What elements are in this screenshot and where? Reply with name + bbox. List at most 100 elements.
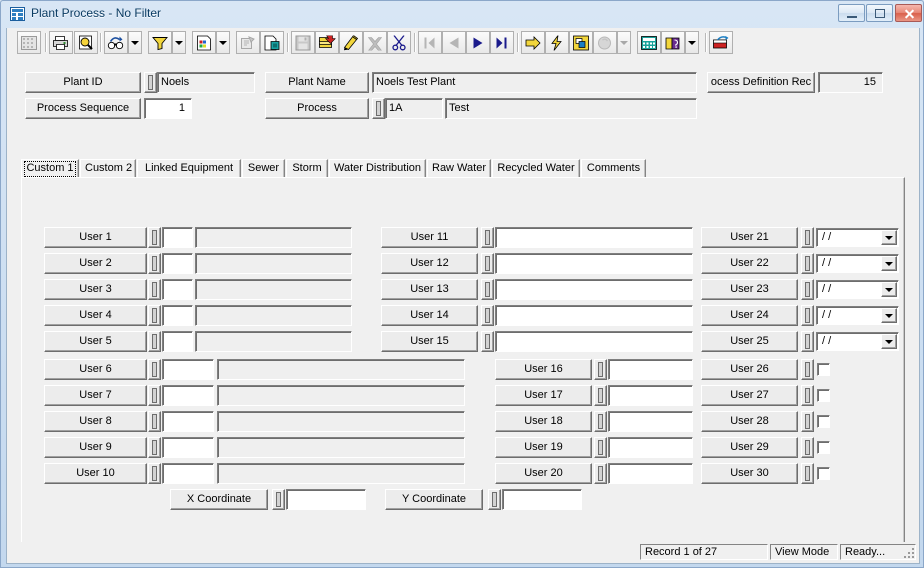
- filter-dropdown-button[interactable]: [172, 31, 186, 54]
- user-21-label[interactable]: User 21: [701, 227, 798, 248]
- user-6-field[interactable]: [162, 359, 214, 380]
- x-coordinate-field[interactable]: [286, 489, 366, 510]
- plant-id-label[interactable]: Plant ID: [25, 72, 141, 93]
- print-preview-icon[interactable]: [74, 31, 98, 54]
- user-17-label[interactable]: User 17: [495, 385, 592, 406]
- tab-recycled-water[interactable]: Recycled Water: [492, 159, 580, 178]
- user-11-label[interactable]: User 11: [381, 227, 478, 248]
- user-26-lookup-button[interactable]: [801, 359, 814, 380]
- user-1-label[interactable]: User 1: [44, 227, 147, 248]
- user-5-lookup-button[interactable]: [148, 331, 161, 352]
- tab-sewer[interactable]: Sewer: [242, 159, 285, 178]
- user-15-lookup-button[interactable]: [481, 331, 494, 352]
- user-19-label[interactable]: User 19: [495, 437, 592, 458]
- report-dropdown-button[interactable]: [216, 31, 230, 54]
- user-1-field[interactable]: [162, 227, 193, 248]
- restore-button[interactable]: [866, 4, 893, 22]
- exit-icon[interactable]: [709, 31, 733, 54]
- process-definition-record-label[interactable]: ocess Definition Rec: [707, 72, 815, 93]
- user-9-field[interactable]: [162, 437, 214, 458]
- copy-record-icon[interactable]: [260, 31, 284, 54]
- user-20-lookup-button[interactable]: [594, 463, 607, 484]
- user-30-lookup-button[interactable]: [801, 463, 814, 484]
- process-sequence-label[interactable]: Process Sequence: [25, 98, 141, 119]
- cut-icon[interactable]: [387, 31, 411, 54]
- user-13-lookup-button[interactable]: [481, 279, 494, 300]
- previous-record-icon[interactable]: [442, 31, 466, 54]
- user-29-checkbox[interactable]: [817, 441, 830, 454]
- user-22-lookup-button[interactable]: [801, 253, 814, 274]
- tab-water-distribution[interactable]: Water Distribution: [329, 159, 426, 178]
- process-lookup-button[interactable]: [372, 98, 385, 119]
- user-5-description[interactable]: [195, 331, 352, 352]
- user-28-label[interactable]: User 28: [701, 411, 798, 432]
- plant-id-lookup-button[interactable]: [144, 72, 157, 93]
- user-9-label[interactable]: User 9: [44, 437, 147, 458]
- next-record-icon[interactable]: [466, 31, 490, 54]
- user-16-field[interactable]: [608, 359, 693, 380]
- user-22-date-dropdown-button[interactable]: [881, 256, 897, 271]
- first-record-icon[interactable]: [418, 31, 442, 54]
- user-16-label[interactable]: User 16: [495, 359, 592, 380]
- user-12-lookup-button[interactable]: [481, 253, 494, 274]
- user-11-lookup-button[interactable]: [481, 227, 494, 248]
- tab-storm[interactable]: Storm: [286, 159, 328, 178]
- user-14-label[interactable]: User 14: [381, 305, 478, 326]
- user-13-label[interactable]: User 13: [381, 279, 478, 300]
- plant-id-field[interactable]: Noels: [157, 72, 255, 93]
- find-dropdown-button[interactable]: [128, 31, 142, 54]
- tab-custom-2[interactable]: Custom 2: [80, 159, 136, 178]
- user-1-lookup-button[interactable]: [148, 227, 161, 248]
- user-28-checkbox[interactable]: [817, 415, 830, 428]
- user-4-field[interactable]: [162, 305, 193, 326]
- user-15-field[interactable]: [495, 331, 693, 352]
- attachment-dropdown-button[interactable]: [617, 31, 631, 54]
- user-7-description[interactable]: [217, 385, 465, 406]
- goto-icon[interactable]: [521, 31, 545, 54]
- user-4-lookup-button[interactable]: [148, 305, 161, 326]
- tab-custom-1[interactable]: Custom 1: [21, 159, 79, 178]
- user-20-label[interactable]: User 20: [495, 463, 592, 484]
- user-22-label[interactable]: User 22: [701, 253, 798, 274]
- user-26-label[interactable]: User 26: [701, 359, 798, 380]
- user-14-lookup-button[interactable]: [481, 305, 494, 326]
- user-25-label[interactable]: User 25: [701, 331, 798, 352]
- user-6-label[interactable]: User 6: [44, 359, 147, 380]
- filter-icon[interactable]: [148, 31, 172, 54]
- calculator-icon[interactable]: [637, 31, 661, 54]
- user-21-date-dropdown-button[interactable]: [881, 230, 897, 245]
- user-25-date-dropdown-button[interactable]: [881, 334, 897, 349]
- user-10-description[interactable]: [217, 463, 465, 484]
- user-29-lookup-button[interactable]: [801, 437, 814, 458]
- edit-record-icon[interactable]: [339, 31, 363, 54]
- user-9-lookup-button[interactable]: [148, 437, 161, 458]
- user-23-lookup-button[interactable]: [801, 279, 814, 300]
- form-design-icon[interactable]: [236, 31, 260, 54]
- user-16-lookup-button[interactable]: [594, 359, 607, 380]
- x-coordinate-label[interactable]: X Coordinate: [170, 489, 268, 510]
- user-7-field[interactable]: [162, 385, 214, 406]
- y-coordinate-lookup-button[interactable]: [488, 489, 501, 510]
- close-button[interactable]: [895, 4, 922, 22]
- delete-record-icon[interactable]: [363, 31, 387, 54]
- user-1-description[interactable]: [195, 227, 352, 248]
- user-19-lookup-button[interactable]: [594, 437, 607, 458]
- user-7-label[interactable]: User 7: [44, 385, 147, 406]
- user-28-lookup-button[interactable]: [801, 411, 814, 432]
- user-20-field[interactable]: [608, 463, 693, 484]
- user-12-label[interactable]: User 12: [381, 253, 478, 274]
- user-17-field[interactable]: [608, 385, 693, 406]
- x-coordinate-lookup-button[interactable]: [272, 489, 285, 510]
- user-30-label[interactable]: User 30: [701, 463, 798, 484]
- user-2-field[interactable]: [162, 253, 193, 274]
- user-11-field[interactable]: [495, 227, 693, 248]
- process-description-field[interactable]: Test: [445, 98, 697, 119]
- user-27-lookup-button[interactable]: [801, 385, 814, 406]
- user-2-label[interactable]: User 2: [44, 253, 147, 274]
- user-10-lookup-button[interactable]: [148, 463, 161, 484]
- user-10-label[interactable]: User 10: [44, 463, 147, 484]
- user-23-label[interactable]: User 23: [701, 279, 798, 300]
- process-field[interactable]: 1A: [385, 98, 443, 119]
- process-definition-record-field[interactable]: 15: [818, 72, 883, 93]
- user-10-field[interactable]: [162, 463, 214, 484]
